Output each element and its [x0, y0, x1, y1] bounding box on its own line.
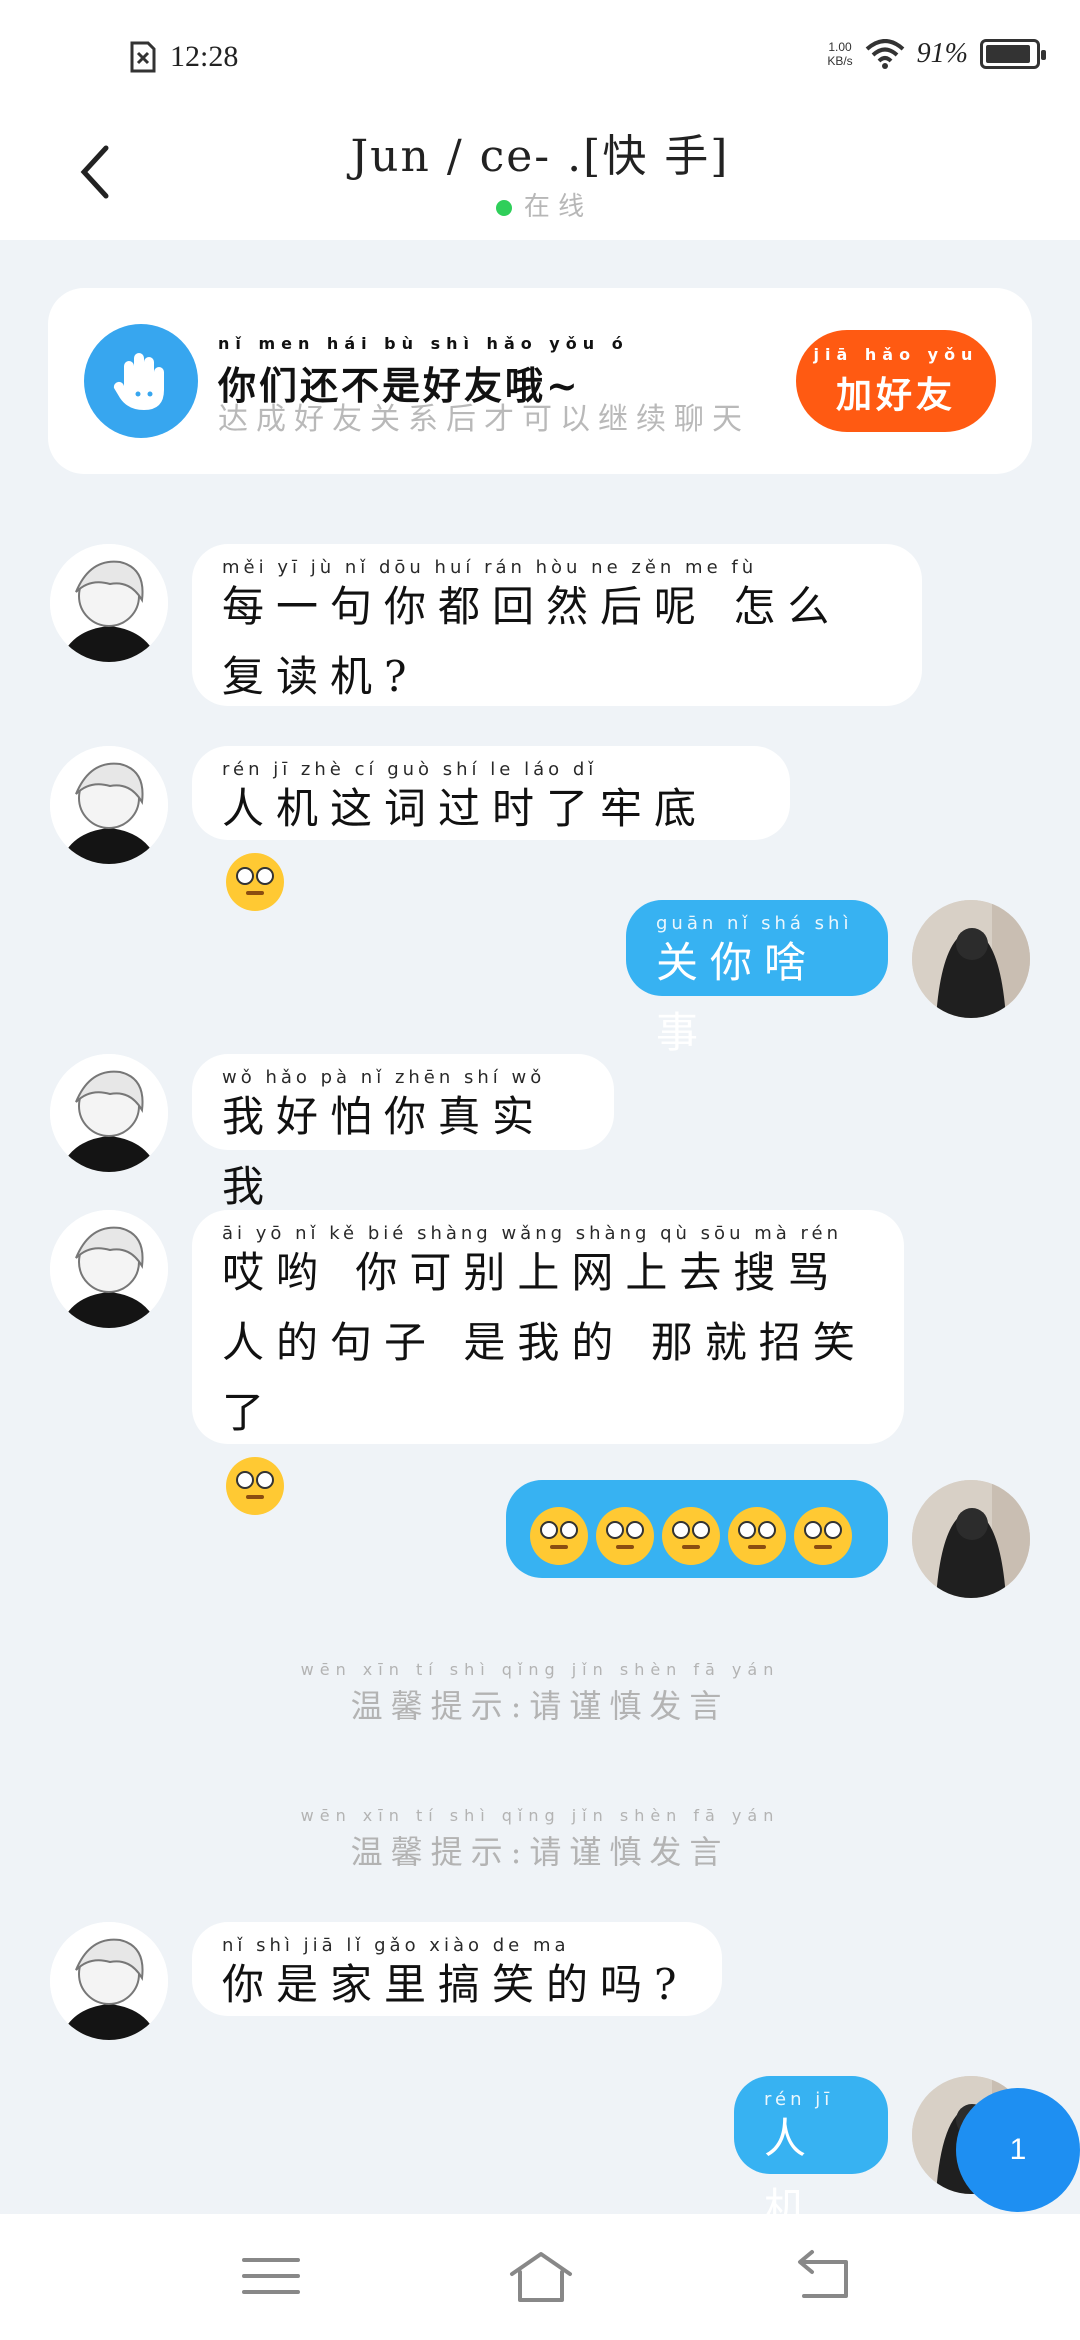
- rofl-emoji-icon: [226, 1457, 284, 1515]
- eye-roll-emoji-icon: [662, 1507, 720, 1565]
- clock: 12:28: [170, 40, 239, 73]
- contact-avatar[interactable]: [50, 746, 168, 864]
- contact-avatar[interactable]: [50, 1054, 168, 1172]
- my-avatar[interactable]: [912, 900, 1030, 1018]
- unread-count-badge[interactable]: 1: [956, 2088, 1080, 2212]
- system-tip: wēn xīn tí shì qǐng jǐn shèn fā yán 温馨提示…: [300, 1806, 780, 1871]
- menu-icon[interactable]: [236, 2246, 306, 2306]
- eye-roll-emoji-icon: [530, 1507, 588, 1565]
- network-speed: 1.00 KB/s: [827, 40, 853, 68]
- contact-avatar[interactable]: [50, 544, 168, 662]
- friend-card-subline: 达成好友关系后才可以继续聊天: [218, 402, 750, 437]
- system-nav-bar: [0, 2214, 1080, 2340]
- chat-header: Jun / ce- .[快 手] 在 线: [0, 100, 1080, 240]
- rofl-emoji-icon: [226, 853, 284, 911]
- status-bar: 12:28 1.00 KB/s 91%: [0, 0, 1080, 100]
- add-friend-button[interactable]: jiā hǎo yǒu 加好友: [796, 330, 996, 432]
- message-bubble-out[interactable]: [506, 1480, 888, 1578]
- system-tip: wēn xīn tí shì qǐng jǐn shèn fā yán 温馨提示…: [300, 1660, 780, 1725]
- sim-error-icon: [130, 41, 156, 73]
- wifi-icon: [865, 39, 904, 69]
- status-right: 1.00 KB/s 91%: [827, 38, 1046, 70]
- contact-avatar[interactable]: [50, 1922, 168, 2040]
- chat-title: Jun / ce- .[快 手]: [350, 131, 730, 182]
- message-bubble-in[interactable]: wǒ hǎo pà nǐ zhēn shí wǒ 我好怕你真实我: [192, 1054, 614, 1211]
- my-avatar[interactable]: [912, 1480, 1030, 1598]
- home-icon[interactable]: [506, 2246, 576, 2306]
- message-bubble-in[interactable]: měi yī jù nǐ dōu huí rán hòu ne zěn me f…: [192, 544, 922, 706]
- eye-roll-emoji-icon: [728, 1507, 786, 1565]
- eye-roll-emoji-icon: [596, 1507, 654, 1565]
- contact-avatar[interactable]: [50, 1210, 168, 1328]
- wave-hand-icon: [84, 324, 198, 438]
- message-bubble-out[interactable]: guān nǐ shá shì 关你啥事: [626, 900, 888, 1057]
- back-nav-icon[interactable]: [790, 2246, 860, 2306]
- eye-roll-emoji-icon: [794, 1507, 852, 1565]
- message-bubble-in[interactable]: nǐ shì jiā lǐ gǎo xiào de ma 你是家里搞笑的吗?: [192, 1922, 722, 2016]
- status-left: 12:28: [130, 40, 238, 74]
- battery-percent: 91%: [916, 38, 968, 69]
- battery-icon: [980, 39, 1046, 69]
- message-bubble-out[interactable]: rén jī 人机: [734, 2076, 888, 2233]
- online-status: 在 线: [0, 186, 1080, 223]
- message-bubble-in[interactable]: āi yō nǐ kě bié shàng wǎng shàng qù sōu …: [192, 1210, 904, 1515]
- message-bubble-in[interactable]: rén jī zhè cí guò shí le láo dǐ 人机这词过时了牢…: [192, 746, 790, 911]
- online-dot-icon: [495, 200, 512, 216]
- add-friend-card: nǐ men hái bù shì hǎo yǒu ó 你们还不是好友哦~ 达成…: [48, 288, 1032, 474]
